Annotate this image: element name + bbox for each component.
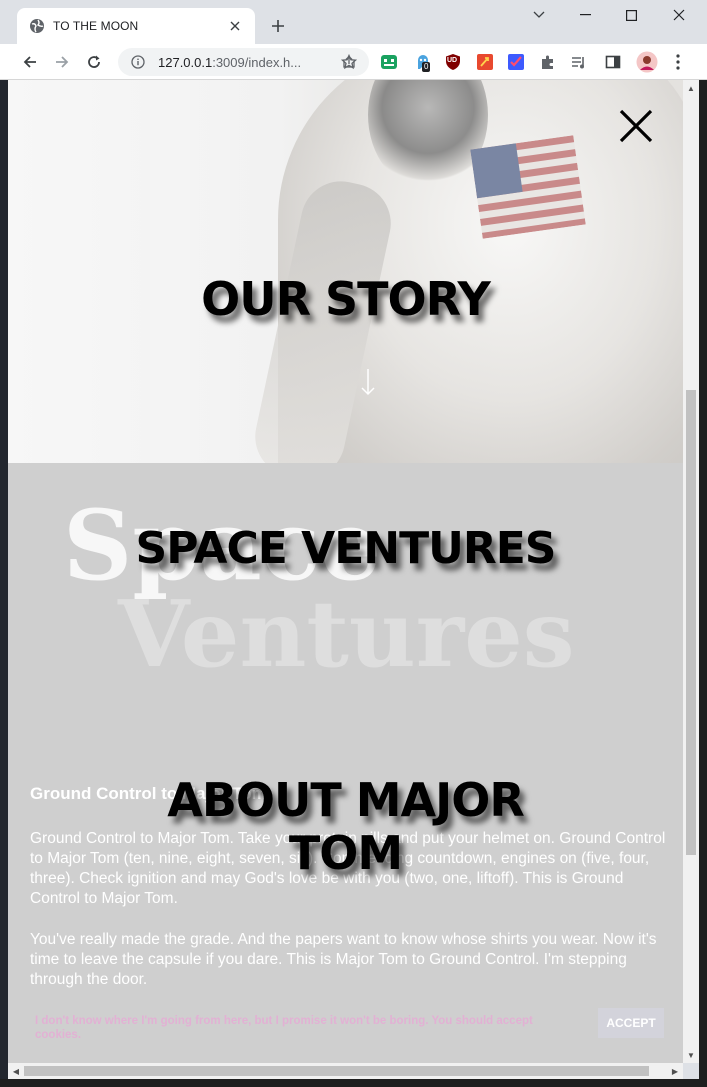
extension-ghost-icon[interactable]: 0 xyxy=(414,53,432,72)
close-menu-icon[interactable] xyxy=(618,108,654,144)
cookie-banner: I don't know where I'm going from here, … xyxy=(8,1000,683,1063)
accept-cookies-button[interactable]: ACCEPT xyxy=(598,1008,664,1038)
extension-green-icon[interactable] xyxy=(380,53,398,71)
tab-title: TO THE MOON xyxy=(53,19,139,33)
menu-link-about-major-tom[interactable]: ABOUT MAJOR TOM xyxy=(8,774,683,880)
close-tab-icon[interactable] xyxy=(225,16,245,36)
background-word-ventures: Ventures xyxy=(118,580,575,688)
extension-orange-icon[interactable] xyxy=(476,53,494,71)
site-info-icon[interactable] xyxy=(126,50,150,74)
side-panel-icon[interactable] xyxy=(604,53,622,71)
down-arrow-icon xyxy=(361,369,375,396)
horizontal-scrollbar[interactable]: ◀ ▶ xyxy=(8,1063,683,1079)
taskbar-strip xyxy=(0,1079,707,1087)
extensions-puzzle-icon[interactable] xyxy=(539,53,557,71)
globe-icon xyxy=(29,18,45,34)
url-path: :3009/index.h... xyxy=(212,54,302,70)
new-tab-button[interactable] xyxy=(266,14,290,38)
bookmark-star-icon[interactable] xyxy=(337,50,361,74)
tab-to-the-moon[interactable]: TO THE MOON xyxy=(17,8,255,44)
close-window-icon[interactable] xyxy=(654,0,704,30)
menu-link-our-story[interactable]: OUR STORY xyxy=(8,272,683,326)
address-bar[interactable]: 127.0.0.1:3009/index.h... xyxy=(118,48,369,76)
profile-avatar[interactable] xyxy=(636,51,658,73)
media-queue-icon[interactable] xyxy=(570,53,588,71)
horizontal-scroll-thumb[interactable] xyxy=(24,1066,649,1076)
us-flag-patch xyxy=(470,135,586,239)
scroll-up-icon[interactable]: ▲ xyxy=(683,80,699,96)
reload-icon[interactable] xyxy=(80,48,108,76)
scroll-down-icon[interactable]: ▼ xyxy=(683,1047,699,1063)
kebab-menu-icon[interactable] xyxy=(669,53,687,71)
vertical-scroll-thumb[interactable] xyxy=(686,390,696,855)
about-major-tom-label: ABOUT MAJOR TOM xyxy=(167,773,525,880)
extension-badge: 0 xyxy=(422,62,431,72)
ublock-shield-icon[interactable]: UD xyxy=(444,53,462,71)
maximize-icon[interactable] xyxy=(608,0,654,30)
tab-strip: TO THE MOON xyxy=(0,0,707,44)
back-arrow-icon[interactable] xyxy=(16,48,44,76)
scroll-left-icon[interactable]: ◀ xyxy=(8,1063,24,1079)
cookie-message: I don't know where I'm going from here, … xyxy=(35,1015,533,1041)
copy-paragraph-2: You've really made the grade. And the pa… xyxy=(30,931,657,988)
forward-arrow-icon[interactable] xyxy=(48,48,76,76)
browser-toolbar: 127.0.0.1:3009/index.h... 0 UD xyxy=(0,44,707,80)
url-host: 127.0.0.1 xyxy=(158,54,213,70)
url-text[interactable]: 127.0.0.1:3009/index.h... xyxy=(158,55,337,70)
extension-checklist-icon[interactable] xyxy=(507,53,525,71)
menu-link-space-ventures[interactable]: SPACE VENTURES xyxy=(8,523,683,574)
vertical-scrollbar[interactable]: ▲ ▼ xyxy=(683,80,699,1063)
minimize-icon[interactable] xyxy=(562,0,608,30)
ublock-label: UD xyxy=(447,57,458,64)
background-editor-left xyxy=(0,80,8,1087)
scroll-right-icon[interactable]: ▶ xyxy=(667,1063,683,1079)
background-editor-right xyxy=(699,80,707,1087)
page-viewport: Space Ventures OUR STORY SPACE VENTURES … xyxy=(8,80,683,1063)
browser-window: TO THE MOON 127.0.0.1:3009/index.h... 0 … xyxy=(0,0,707,1087)
tab-search-icon[interactable] xyxy=(516,0,562,30)
